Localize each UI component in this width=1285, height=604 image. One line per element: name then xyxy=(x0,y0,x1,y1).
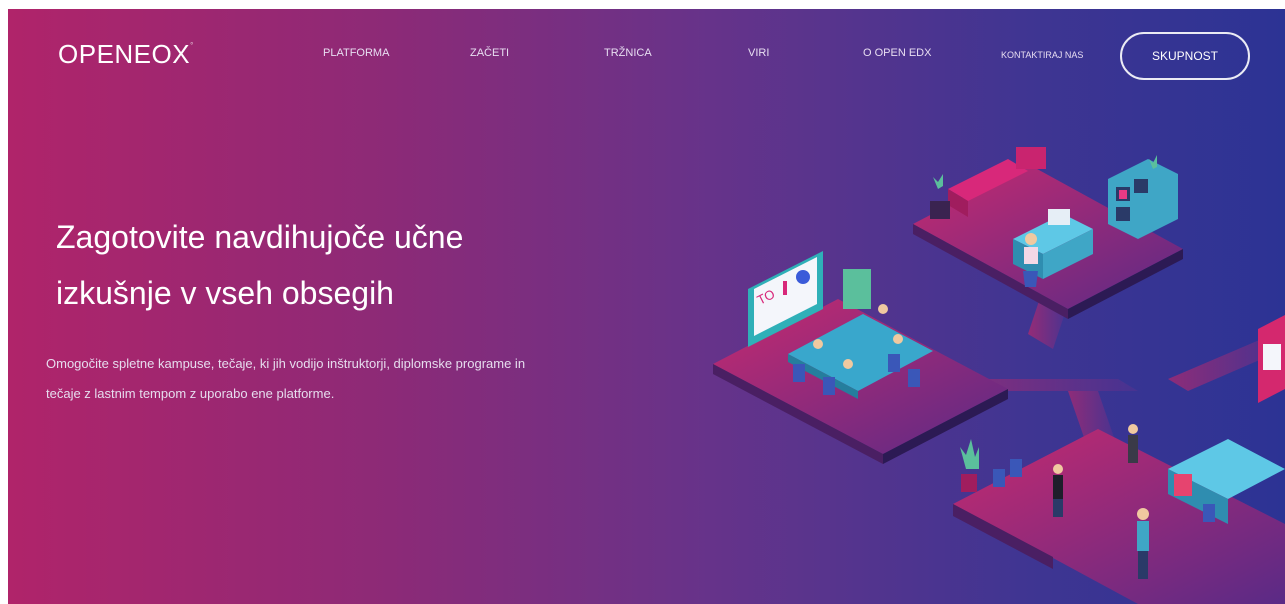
nav-kontaktiraj-nas[interactable]: KONTAKTIRAJ NAS xyxy=(1001,50,1083,60)
lounge-platform xyxy=(913,147,1183,319)
hero-subtitle: Omogočite spletne kampuse, tečaje, ki ji… xyxy=(46,349,666,409)
skupnost-button[interactable]: SKUPNOST xyxy=(1120,32,1250,80)
nav-platforma[interactable]: PLATFORMA xyxy=(323,47,389,59)
headline-line-1: Zagotovite navdihujoče učne xyxy=(56,219,464,255)
workshop-platform xyxy=(953,424,1285,604)
logo[interactable]: OPENEOX° xyxy=(58,39,194,70)
logo-mark-icon: ° xyxy=(190,41,194,50)
nav-trznica[interactable]: TRŽNICA xyxy=(604,47,652,59)
subtitle-line-1: Omogočite spletne kampuse, tečaje, ki ji… xyxy=(46,356,526,371)
subtitle-line-2: tečaje z lastnim tempom z uporabo ene pl… xyxy=(46,386,335,401)
nav-viri[interactable]: VIRI xyxy=(748,47,769,59)
hero-headline: Zagotovite navdihujoče učne izkušnje v v… xyxy=(56,209,596,321)
headline-line-2: izkušnje v vseh obsegih xyxy=(56,275,394,311)
hero-section: OPENEOX° PLATFORMA ZAČETI TRŽNICA VIRI O… xyxy=(8,9,1285,604)
logo-text: OPENEOX xyxy=(58,39,191,69)
nav-o-open-edx[interactable]: O OPEN EDX xyxy=(863,47,931,59)
meeting-platform: TO xyxy=(713,251,1008,464)
isometric-office-illustration: TO xyxy=(713,147,1285,604)
tram-illustration xyxy=(1258,315,1285,403)
nav-zaceti[interactable]: ZAČETI xyxy=(470,47,509,59)
